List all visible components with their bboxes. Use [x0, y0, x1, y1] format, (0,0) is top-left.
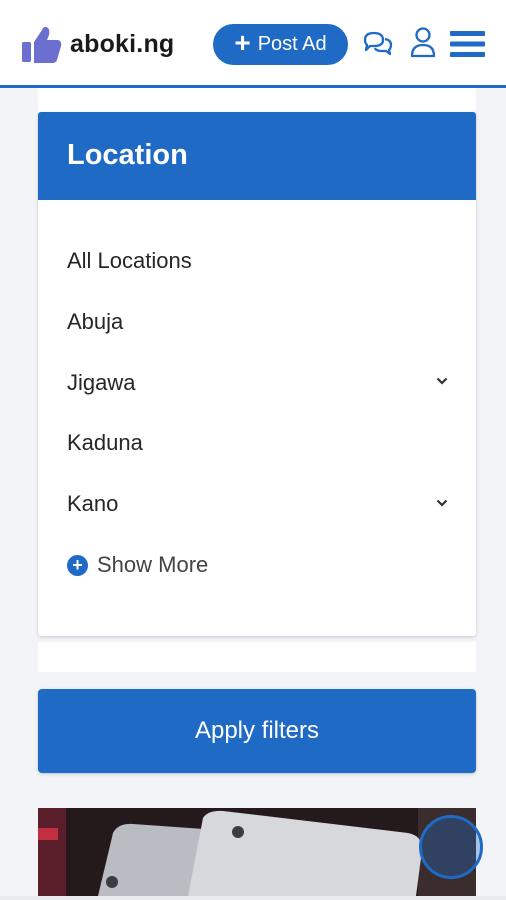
ad-image[interactable]	[38, 808, 476, 896]
thumbs-up-icon	[22, 26, 62, 63]
location-filter-card: Location All Locations Abuja Jigawa Kadu…	[38, 112, 476, 636]
apply-filters-button[interactable]: Apply filters	[38, 689, 476, 773]
menu-icon[interactable]	[450, 30, 485, 58]
location-item-kaduna[interactable]: Kaduna	[67, 430, 143, 456]
scroll-to-top-button[interactable]	[419, 815, 483, 879]
user-icon[interactable]	[410, 26, 436, 58]
product-photo	[38, 808, 476, 896]
site-header: aboki.ng + Post Ad	[0, 0, 506, 88]
post-ad-button[interactable]: + Post Ad	[213, 24, 348, 65]
logo-text: aboki.ng	[70, 29, 175, 58]
plus-icon: +	[234, 27, 251, 58]
chat-icon[interactable]	[362, 30, 394, 58]
location-filter-title: Location	[38, 112, 476, 200]
location-item-all[interactable]: All Locations	[67, 248, 192, 274]
page-bottom-edge	[0, 896, 506, 900]
show-more-label: Show More	[97, 552, 209, 577]
logo[interactable]: aboki.ng	[20, 22, 174, 66]
location-item-abuja[interactable]: Abuja	[67, 309, 123, 335]
chevron-down-icon[interactable]	[436, 377, 448, 385]
show-more-button[interactable]: + Show More	[67, 552, 208, 578]
filter-panel-top	[38, 88, 476, 112]
chevron-down-icon[interactable]	[436, 499, 448, 507]
location-item-kano[interactable]: Kano	[67, 491, 118, 517]
post-ad-label: Post Ad	[257, 33, 327, 55]
filter-panel-bottom	[38, 642, 476, 672]
plus-circle-icon: +	[67, 554, 88, 576]
location-item-jigawa[interactable]: Jigawa	[67, 370, 135, 396]
